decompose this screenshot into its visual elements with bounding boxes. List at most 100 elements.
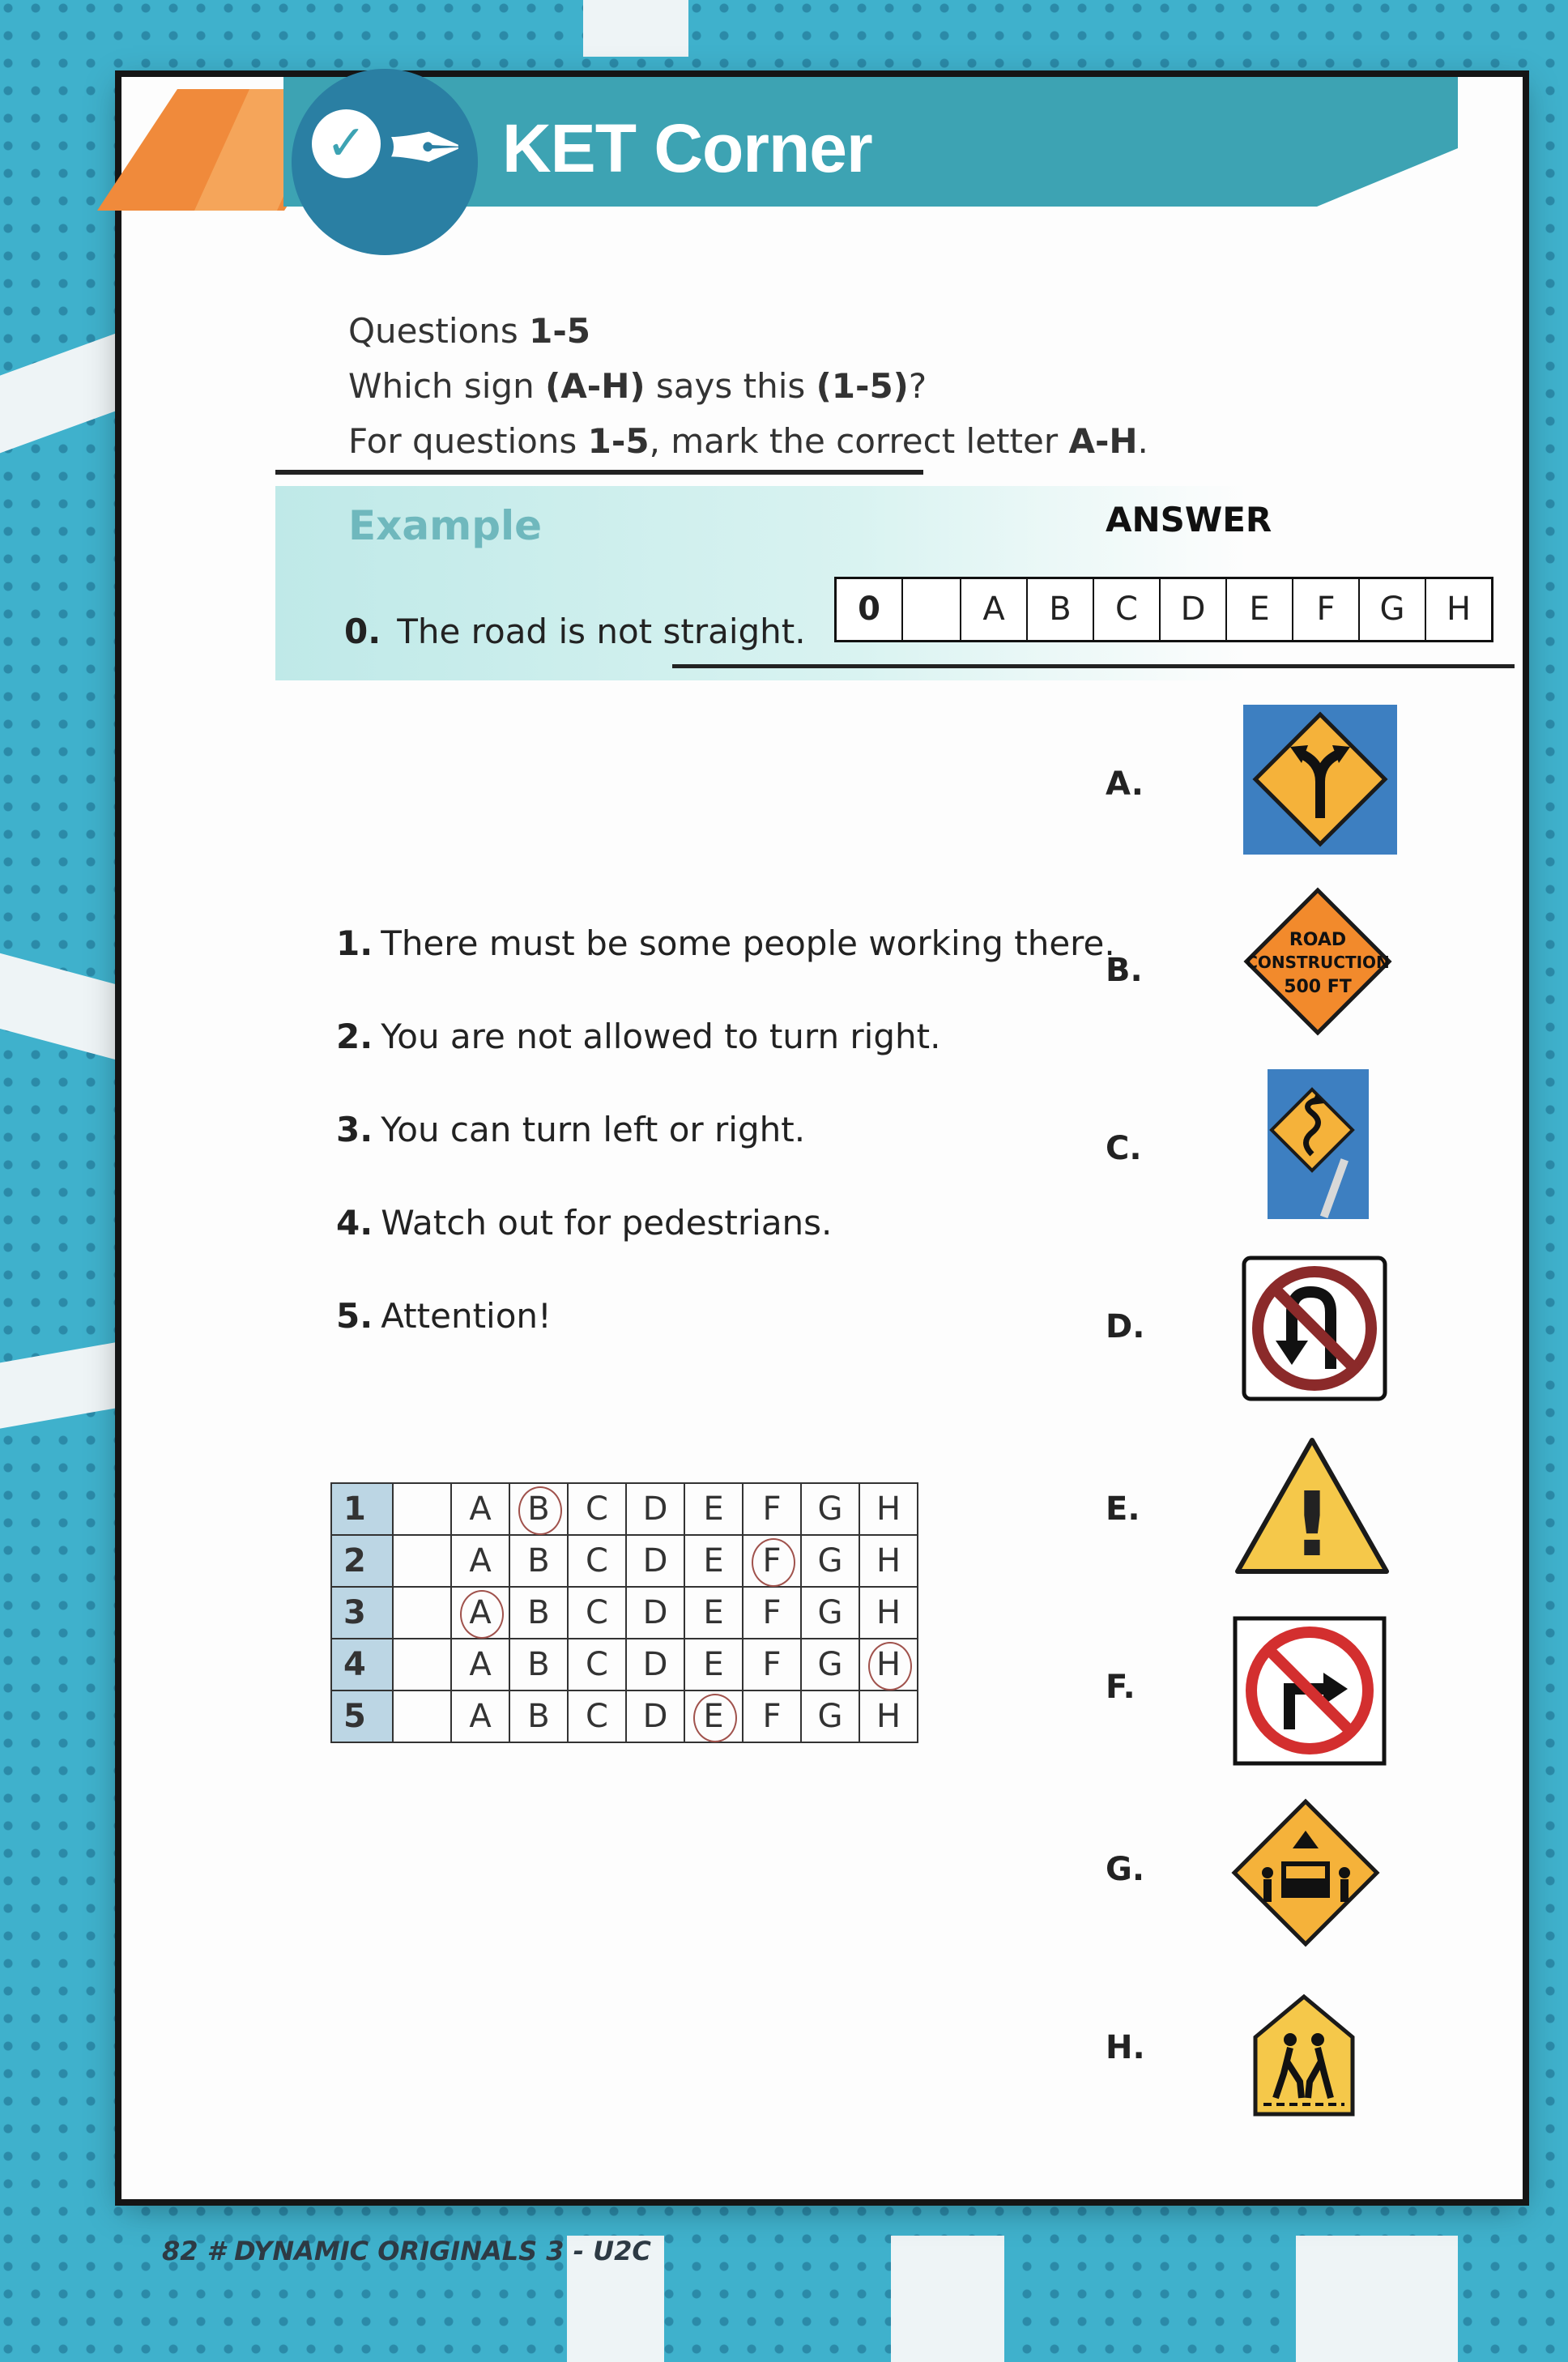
question-text: Attention! — [381, 1296, 552, 1336]
school-crossing-sign-icon — [1253, 1993, 1355, 2117]
answer-grid-option[interactable]: A — [450, 1690, 510, 1743]
answer-grid-letter: H — [876, 1594, 901, 1631]
answer-grid-option[interactable]: D — [625, 1534, 685, 1588]
winding-road-sign-icon — [1268, 1069, 1369, 1219]
answer-grid-letter: G — [817, 1646, 843, 1683]
question-item: 2. You are not allowed to turn right. — [336, 1017, 940, 1056]
sign-letter: B. — [1106, 952, 1143, 989]
answer-grid-option[interactable]: B — [509, 1586, 569, 1639]
answer-blank-cell — [392, 1638, 452, 1691]
answer-grid-option[interactable]: F — [742, 1534, 802, 1588]
answer-grid-option[interactable]: D — [625, 1638, 685, 1691]
answer-grid-option[interactable]: G — [800, 1586, 860, 1639]
answer-grid-letter: D — [642, 1646, 668, 1683]
example-answer-option[interactable]: A — [960, 579, 1026, 640]
answer-grid-option[interactable]: E — [684, 1638, 744, 1691]
answer-grid-option[interactable]: G — [800, 1482, 860, 1536]
answer-grid-option[interactable]: B — [509, 1534, 569, 1588]
answer-grid-option[interactable]: E — [684, 1534, 744, 1588]
answer-grid-option[interactable]: H — [859, 1586, 918, 1639]
answer-grid-letter: G — [817, 1542, 843, 1580]
question-text: You are not allowed to turn right. — [381, 1017, 941, 1056]
sign-letter: H. — [1106, 2029, 1145, 2066]
answer-grid-letter: C — [586, 1594, 608, 1631]
sign-letter: E. — [1106, 1490, 1140, 1528]
answer-grid-letter: B — [527, 1542, 550, 1580]
answer-grid-letter: B — [527, 1698, 550, 1735]
answer-grid-letter: H — [876, 1490, 901, 1528]
selected-answer-circle — [460, 1590, 504, 1639]
divider — [672, 664, 1515, 668]
answer-grid-row: 1 ABCDEFGH — [330, 1482, 918, 1536]
answer-grid-letter: D — [642, 1542, 668, 1580]
question-text: Watch out for pedestrians. — [381, 1203, 833, 1243]
warning-sign-icon: ! — [1235, 1438, 1389, 1576]
answer-grid-option[interactable]: E — [684, 1482, 744, 1536]
divider — [275, 470, 923, 475]
instructions-line-1: Questions 1-5 — [348, 304, 1148, 359]
example-answer-option[interactable]: G — [1358, 579, 1425, 640]
answer-grid-option[interactable]: C — [567, 1534, 627, 1588]
background-ray — [1296, 2236, 1458, 2362]
answer-grid-letter: B — [527, 1594, 550, 1631]
selected-answer-circle — [868, 1642, 912, 1690]
example-answer-number: 0 — [858, 590, 880, 628]
answer-grid-option[interactable]: B — [509, 1638, 569, 1691]
example-title: Example — [348, 502, 543, 549]
answer-grid-row: 2 ABCDEFGH — [330, 1534, 918, 1588]
answer-grid-option[interactable]: F — [742, 1690, 802, 1743]
answer-grid-option[interactable]: H — [859, 1482, 918, 1536]
example-answer-option[interactable]: B — [1026, 579, 1093, 640]
answer-grid-option[interactable]: C — [567, 1690, 627, 1743]
instruction-text: ? — [908, 366, 927, 406]
example-answer-option[interactable]: D — [1159, 579, 1225, 640]
answer-grid-option[interactable]: D — [625, 1586, 685, 1639]
answer-blank-cell — [392, 1534, 452, 1588]
answer-grid-letter: G — [817, 1698, 843, 1735]
example-question-text: The road is not straight. — [397, 612, 806, 651]
answer-grid-option[interactable]: H — [859, 1534, 918, 1588]
answer-grid-option[interactable]: F — [742, 1586, 802, 1639]
example-answer-option[interactable]: H — [1425, 579, 1491, 640]
answer-grid-option[interactable]: H — [859, 1638, 918, 1691]
answer-grid-option[interactable]: E — [684, 1690, 744, 1743]
instructions-line-2: Which sign (A-H) says this (1-5)? — [348, 359, 1148, 414]
no-u-turn-sign-icon — [1242, 1256, 1387, 1401]
instruction-text: , mark the correct letter — [649, 421, 1069, 461]
road-construction-sign-icon: ROAD CONSTRUCTION 500 FT — [1243, 887, 1392, 1036]
sign-b-line1: ROAD — [1289, 930, 1346, 950]
answer-grid-option[interactable]: A — [450, 1534, 510, 1588]
answer-grid-option[interactable]: C — [567, 1586, 627, 1639]
answer-grid-letter: E — [703, 1490, 724, 1528]
answer-grid-option[interactable]: C — [567, 1638, 627, 1691]
fork-road-sign-icon — [1243, 705, 1397, 855]
answer-grid-option[interactable]: A — [450, 1482, 510, 1536]
answer-grid-option[interactable]: G — [800, 1690, 860, 1743]
answer-grid-option[interactable]: G — [800, 1534, 860, 1588]
answer-grid-option[interactable]: E — [684, 1586, 744, 1639]
example-answer-option[interactable]: E — [1225, 579, 1292, 640]
answer-grid-option[interactable]: B — [509, 1690, 569, 1743]
answer-grid-option[interactable]: H — [859, 1690, 918, 1743]
answer-grid-letter: C — [586, 1542, 608, 1580]
answer-grid-letter: B — [527, 1646, 550, 1683]
example-answer-option[interactable]: F — [1292, 579, 1358, 640]
instruction-bold: A-H — [1068, 421, 1138, 461]
sign-letter: A. — [1106, 765, 1144, 803]
answer-grid-option[interactable]: D — [625, 1690, 685, 1743]
answer-grid-option[interactable]: A — [450, 1638, 510, 1691]
checkmark-icon: ✓ — [312, 109, 381, 178]
instruction-bold: (A-H) — [545, 366, 646, 406]
question-item: 1. There must be some people working ther… — [336, 923, 1115, 963]
example-answer-option[interactable]: C — [1093, 579, 1159, 640]
example-question: 0. The road is not straight. — [344, 612, 806, 651]
answer-grid-option[interactable]: F — [742, 1638, 802, 1691]
answer-grid-option[interactable]: A — [450, 1586, 510, 1639]
answer-grid-letter: E — [703, 1594, 724, 1631]
warning-symbol: ! — [1292, 1473, 1332, 1576]
answer-grid-option[interactable]: G — [800, 1638, 860, 1691]
answer-grid-option[interactable]: D — [625, 1482, 685, 1536]
answer-grid-option[interactable]: B — [509, 1482, 569, 1536]
answer-grid-option[interactable]: F — [742, 1482, 802, 1536]
answer-grid-option[interactable]: C — [567, 1482, 627, 1536]
